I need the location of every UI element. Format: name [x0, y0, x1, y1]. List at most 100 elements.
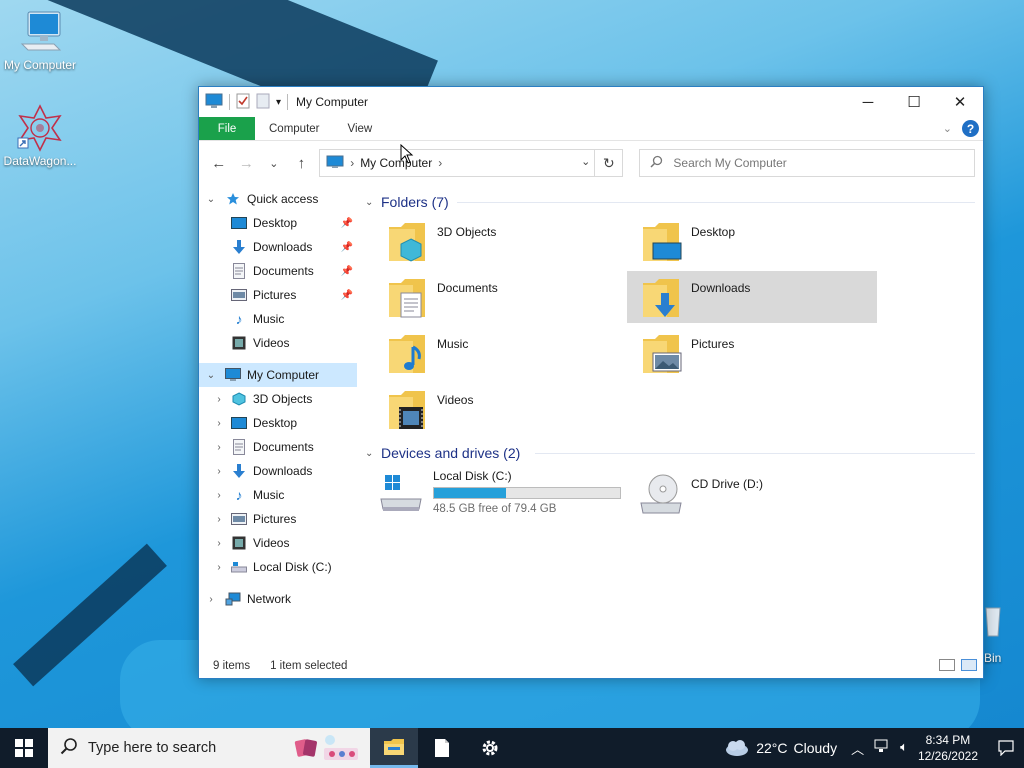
properties-icon[interactable]	[236, 93, 250, 112]
collapse-icon[interactable]: ⌄	[205, 194, 217, 205]
show-hidden-icons-icon[interactable]: ︿	[851, 739, 864, 758]
folder-documents[interactable]: Documents	[373, 271, 623, 323]
nav-pc-videos[interactable]: › Videos	[199, 531, 357, 555]
folder-3d-objects[interactable]: 3D Objects	[373, 215, 623, 267]
details-view-icon[interactable]	[939, 659, 955, 671]
breadcrumb-item[interactable]: My Computer	[360, 156, 432, 170]
forward-button[interactable]: →	[235, 151, 259, 175]
expand-icon[interactable]: ›	[213, 442, 225, 453]
search-input[interactable]: Search My Computer	[673, 156, 786, 170]
maximize-button[interactable]: ☐	[891, 87, 937, 117]
expand-icon[interactable]: ›	[213, 514, 225, 525]
folders-group-header[interactable]: ⌄ Folders (7)	[365, 191, 449, 213]
pin-icon[interactable]: 📌	[341, 290, 353, 301]
volume-icon[interactable]: 🔈︎	[900, 739, 908, 758]
back-button[interactable]: ←	[207, 151, 231, 175]
nav-label: Network	[247, 592, 292, 606]
expand-ribbon-icon[interactable]: ⌄	[943, 122, 952, 135]
customize-toolbar-icon[interactable]: ▾	[276, 97, 281, 108]
nav-quick-downloads[interactable]: Downloads 📌	[199, 235, 357, 259]
expand-icon[interactable]: ›	[213, 538, 225, 549]
up-button[interactable]: ↑	[290, 151, 314, 175]
nav-quick-videos[interactable]: Videos	[199, 331, 357, 355]
nav-quick-documents[interactable]: Documents 📌	[199, 259, 357, 283]
refresh-button[interactable]: ↻	[594, 150, 622, 176]
recycle-bin-partial[interactable]: Bin	[984, 606, 1024, 666]
document-icon	[435, 739, 449, 757]
new-folder-icon[interactable]	[256, 93, 270, 112]
drive-local-disk-c[interactable]: Local Disk (C:) 48.5 GB free of 79.4 GB	[373, 467, 623, 519]
videos-folder-icon	[231, 535, 247, 551]
taskbar-settings[interactable]	[466, 728, 514, 768]
clock-date: 12/26/2022	[917, 749, 978, 763]
drive-cd-d[interactable]: CD Drive (D:)	[627, 467, 877, 519]
expand-icon[interactable]: ›	[205, 594, 217, 605]
nav-pc-documents[interactable]: › Documents	[199, 435, 357, 459]
content-pane: ⌄ Folders (7) 3D Objects Desktop Documen…	[365, 185, 977, 655]
search-box[interactable]: Search My Computer	[639, 149, 975, 177]
network-icon[interactable]	[874, 739, 890, 758]
drive-icon	[231, 559, 247, 575]
tab-file[interactable]: File	[199, 117, 255, 140]
nav-quick-pictures[interactable]: Pictures 📌	[199, 283, 357, 307]
nav-pc-desktop[interactable]: › Desktop	[199, 411, 357, 435]
nav-pc-3d-objects[interactable]: › 3D Objects	[199, 387, 357, 411]
nav-pc-local-disk[interactable]: › Local Disk (C:)	[199, 555, 357, 579]
minimize-button[interactable]: ─	[845, 87, 891, 117]
pin-icon[interactable]: 📌	[341, 266, 353, 277]
desktop-icon-datawagon[interactable]: DataWagon...	[0, 104, 80, 168]
expand-icon[interactable]: ›	[213, 562, 225, 573]
folder-videos[interactable]: Videos	[373, 383, 623, 435]
folder-desktop[interactable]: Desktop	[627, 215, 877, 267]
expand-icon[interactable]: ›	[213, 418, 225, 429]
expand-icon[interactable]: ›	[213, 466, 225, 477]
pin-icon[interactable]: 📌	[341, 242, 353, 253]
system-tray: 22°C Cloudy ︿ 🔈︎ 8:34 PM 12/26/2022	[724, 728, 1024, 768]
nav-quick-desktop[interactable]: Desktop 📌	[199, 211, 357, 235]
start-button[interactable]	[0, 728, 48, 768]
pin-icon[interactable]: 📌	[341, 218, 353, 229]
quick-access-toolbar: ▾	[199, 93, 289, 112]
collapse-icon[interactable]: ⌄	[365, 448, 381, 459]
nav-network[interactable]: › Network	[199, 587, 357, 611]
pictures-folder-icon	[643, 335, 682, 373]
ribbon-tabs: File Computer View ⌄ ?	[199, 117, 983, 141]
close-button[interactable]: ✕	[937, 87, 983, 117]
clock[interactable]: 8:34 PM 12/26/2022	[918, 732, 978, 764]
tab-view[interactable]: View	[334, 117, 387, 140]
nav-quick-music[interactable]: ♪ Music	[199, 307, 357, 331]
expand-icon[interactable]: ›	[213, 490, 225, 501]
folder-music[interactable]: Music	[373, 327, 623, 379]
address-bar[interactable]: › My Computer › ⌄ ↻	[319, 149, 624, 177]
windows-drive-icon	[380, 475, 422, 511]
devices-group-header[interactable]: ⌄ Devices and drives (2)	[365, 442, 520, 464]
nav-my-computer[interactable]: ⌄ My Computer	[199, 363, 357, 387]
action-center-button[interactable]	[988, 740, 1024, 756]
folder-downloads[interactable]: Downloads	[627, 271, 877, 323]
expand-icon[interactable]: ›	[213, 394, 225, 405]
help-icon[interactable]: ?	[962, 120, 979, 137]
address-dropdown-icon[interactable]: ⌄	[581, 155, 590, 168]
taskbar-search-input[interactable]: Type here to search	[88, 740, 216, 756]
star-icon	[225, 191, 241, 207]
collapse-icon[interactable]: ⌄	[205, 370, 217, 381]
nav-pc-downloads[interactable]: › Downloads	[199, 459, 357, 483]
taskbar-notepad[interactable]	[418, 728, 466, 768]
folder-pictures[interactable]: Pictures	[627, 327, 877, 379]
search-highlight-icon	[294, 732, 362, 764]
breadcrumb-separator[interactable]: ›	[350, 156, 354, 170]
title-bar[interactable]: ▾ My Computer ─ ☐ ✕	[199, 87, 983, 117]
nav-quick-access[interactable]: ⌄ Quick access	[199, 187, 357, 211]
nav-pc-pictures[interactable]: › Pictures	[199, 507, 357, 531]
taskbar-file-explorer[interactable]	[370, 728, 418, 768]
desktop-icon-my-computer[interactable]: My Computer	[0, 8, 80, 72]
breadcrumb-separator[interactable]: ›	[438, 156, 442, 170]
tab-computer[interactable]: Computer	[255, 117, 334, 140]
recent-locations-button[interactable]: ⌄	[262, 151, 286, 175]
nav-pc-music[interactable]: › ♪ Music	[199, 483, 357, 507]
network-icon	[225, 591, 241, 607]
taskbar-search[interactable]: Type here to search	[48, 728, 370, 768]
weather-widget[interactable]: 22°C Cloudy	[724, 739, 837, 757]
tiles-view-icon[interactable]	[961, 659, 977, 671]
collapse-icon[interactable]: ⌄	[365, 197, 381, 208]
